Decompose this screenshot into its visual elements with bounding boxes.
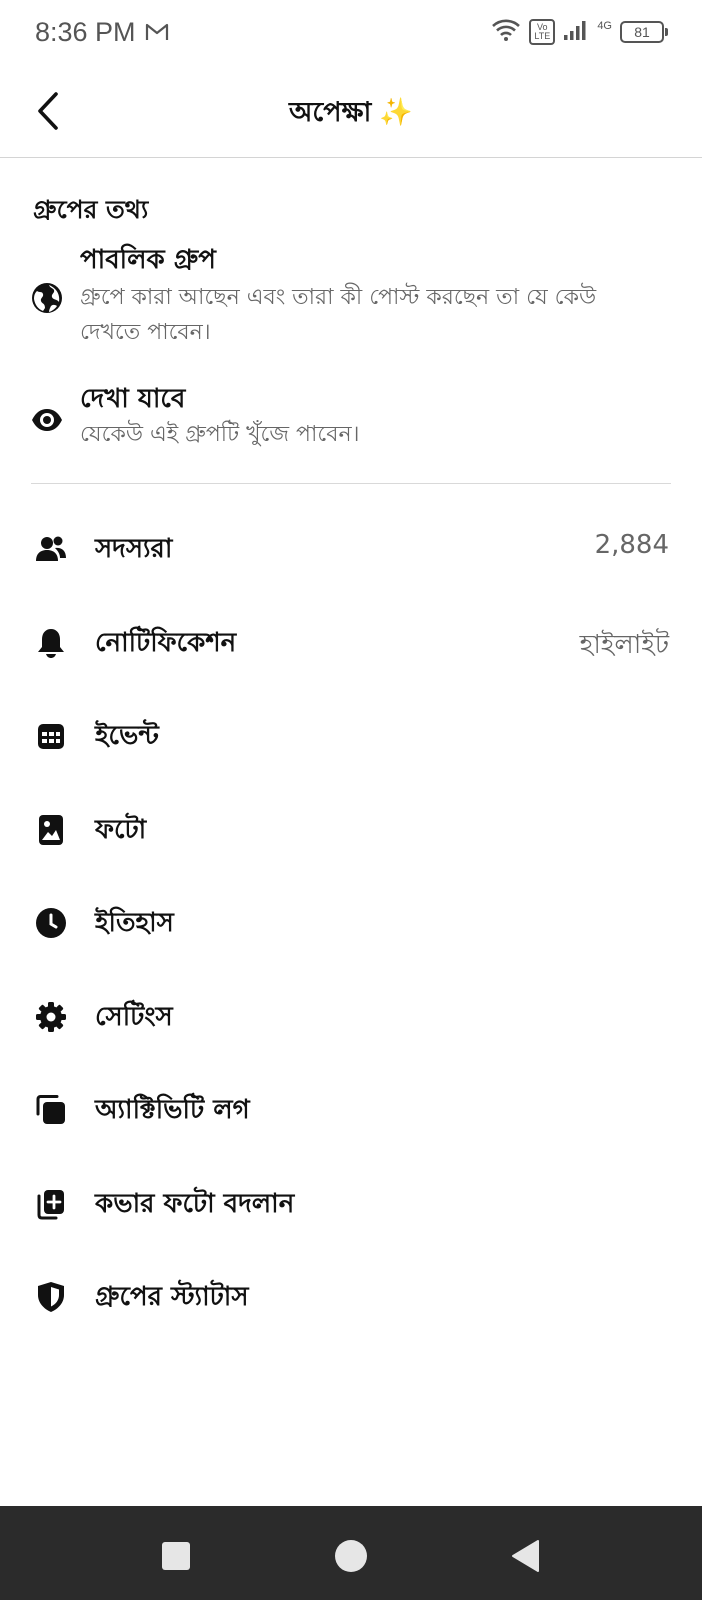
- menu-label-settings: সেটিংস: [95, 1001, 173, 1032]
- triangle-back-icon: [512, 1540, 539, 1572]
- system-navigation-bar: [0, 1506, 702, 1600]
- circle-icon: [335, 1540, 367, 1572]
- notification-setting: হাইলাইট: [579, 629, 669, 660]
- bell-icon: [34, 626, 68, 660]
- privacy-description: গ্রুপে কারা আছেন এবং তারা কী পোস্ট করছেন…: [80, 285, 597, 345]
- page-title: অপেক্ষা ✨: [0, 92, 702, 137]
- members-icon: [34, 532, 68, 566]
- privacy-title: পাবলিক গ্রুপ: [80, 245, 216, 275]
- visibility-title: দেখা যাবে: [80, 384, 186, 414]
- signal-icon: [563, 19, 589, 45]
- divider: [31, 483, 671, 484]
- battery-icon: 81: [620, 21, 668, 43]
- menu-label-history: ইতিহাস: [95, 908, 174, 938]
- gmail-icon: [145, 22, 169, 46]
- add-cover-photo-icon: [34, 1187, 68, 1221]
- menu-label-photos: ফটো: [95, 814, 147, 845]
- sparkle-emoji: ✨: [379, 97, 413, 128]
- menu-label-group-status: গ্রুপের স্ট্যাটাস: [95, 1282, 249, 1312]
- shield-icon: [34, 1280, 68, 1314]
- status-time: 8:36 PM: [35, 17, 136, 47]
- members-count: 2,884: [594, 530, 669, 560]
- app-header: অপেক্ষা ✨: [0, 68, 702, 158]
- clock-icon: [34, 906, 68, 940]
- calendar-icon: [34, 719, 68, 753]
- menu-item-events[interactable]: ইভেন্ট: [0, 687, 702, 781]
- globe-icon: [30, 281, 64, 315]
- activity-log-icon: [34, 1093, 68, 1127]
- photo-icon: [34, 813, 68, 847]
- gear-icon: [34, 1000, 68, 1034]
- menu-label-activity-log: অ্যাক্টিভিটি লগ: [95, 1095, 250, 1125]
- menu-label-members: সদস্যরা: [95, 534, 173, 564]
- status-bar: 8:36 PM Vo LTE 4G 81: [0, 0, 702, 68]
- menu-item-activity-log[interactable]: অ্যাক্টিভিটি লগ: [0, 1061, 702, 1155]
- menu-item-settings[interactable]: সেটিংস: [0, 968, 702, 1062]
- visibility-description: যেকেউ এই গ্রুপটি খুঁজে পাবেন।: [80, 422, 360, 447]
- menu-item-notifications[interactable]: নোটিফিকেশন হাইলাইট: [0, 594, 702, 688]
- recents-button[interactable]: [156, 1536, 196, 1576]
- menu-item-group-status[interactable]: গ্রুপের স্ট্যাটাস: [0, 1248, 702, 1342]
- eye-icon: [30, 403, 64, 437]
- menu-item-members[interactable]: সদস্যরা 2,884: [0, 500, 702, 594]
- home-button[interactable]: [331, 1536, 371, 1576]
- square-icon: [162, 1542, 190, 1570]
- network-type: 4G: [597, 20, 612, 32]
- group-menu-list: সদস্যরা 2,884 নোটিফিকেশন হাইলাইট ইভেন্ট: [0, 500, 702, 1342]
- menu-label-notifications: নোটিফিকেশন: [95, 627, 237, 658]
- back-nav-button[interactable]: [506, 1536, 546, 1576]
- wifi-icon: [491, 18, 521, 46]
- volte-icon: Vo LTE: [529, 19, 556, 45]
- group-name: অপেক্ষা: [289, 97, 372, 128]
- menu-item-photos[interactable]: ফটো: [0, 781, 702, 875]
- group-info-heading: গ্রুপের তথ্য: [33, 195, 149, 224]
- menu-item-history[interactable]: ইতিহাস: [0, 874, 702, 968]
- menu-label-events: ইভেন্ট: [95, 721, 159, 751]
- menu-item-change-cover-photo[interactable]: কভার ফটো বদলান: [0, 1155, 702, 1249]
- menu-label-change-cover-photo: কভার ফটো বদলান: [95, 1188, 295, 1219]
